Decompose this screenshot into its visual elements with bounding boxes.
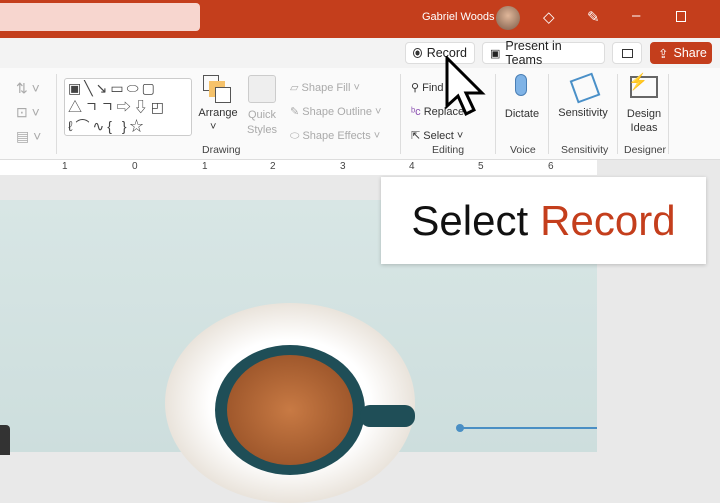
avatar[interactable] — [496, 6, 520, 30]
present-in-teams-button[interactable]: ▣ Present in Teams — [482, 39, 605, 67]
share-label: Share — [673, 46, 707, 60]
line-handle[interactable] — [456, 424, 464, 432]
quick-styles-button[interactable]: Quick Styles — [240, 108, 284, 138]
scroll-handle[interactable] — [0, 425, 10, 455]
quick-styles-icon — [248, 75, 276, 103]
pen-icon[interactable]: ✎ — [587, 8, 600, 26]
comment-icon — [621, 48, 633, 58]
share-button[interactable]: ⇪ Share — [650, 42, 712, 64]
present-label: Present in Teams — [505, 39, 562, 67]
shape-format-options[interactable]: ▱ Shape Fill ˅ ✎ Shape Outline ˅ ⬭ Shape E… — [290, 76, 381, 148]
callout-caption: Select Record — [381, 177, 706, 264]
group-designer: Designer — [624, 144, 667, 156]
comments-button[interactable] — [612, 42, 642, 64]
mouse-cursor-icon — [445, 56, 486, 117]
dictate-button[interactable]: Dictate — [502, 108, 542, 120]
teams-icon: ▣ — [490, 47, 501, 60]
ruler: 10123456 — [0, 160, 597, 175]
maximize-button[interactable] — [676, 11, 686, 22]
design-ideas-icon: ⚡ — [628, 74, 658, 98]
share-icon: ⇪ — [658, 46, 669, 61]
minimize-button[interactable]: – — [632, 7, 640, 24]
user-name: Gabriel Woods — [422, 11, 495, 23]
group-editing: Editing — [432, 144, 465, 156]
line-shape — [459, 427, 597, 429]
shape-effects: Shape Effects — [302, 130, 371, 142]
callout-prefix: Select — [411, 196, 529, 244]
group-drawing: Drawing — [202, 144, 241, 156]
diamond-icon[interactable]: ◇ — [543, 8, 555, 26]
group-sensitivity: Sensitivity — [561, 144, 609, 156]
search-box[interactable] — [0, 3, 200, 31]
shapes-gallery[interactable]: ▣╲↘▭⬭▢ △ㄱㄱ⇨⇩◰ ℓ⌒∿{ }☆ — [64, 78, 192, 136]
arrange-icon — [203, 75, 231, 103]
arrange-button[interactable]: Arrange — [196, 107, 240, 119]
design-ideas-button[interactable]: Design Ideas — [622, 107, 666, 135]
sensitivity-button[interactable]: Sensitivity — [555, 107, 611, 119]
arrange-tools-icons[interactable]: ⇅ ˅ ⊡ ˅ ▤ ˅ — [16, 76, 41, 148]
shape-outline: Shape Outline — [302, 106, 372, 118]
group-voice: Voice — [510, 144, 536, 156]
callout-highlight: Record — [540, 196, 676, 244]
cup-handle — [360, 405, 415, 427]
microphone-icon — [515, 74, 527, 96]
shape-fill: Shape Fill — [301, 82, 351, 94]
record-icon — [413, 48, 422, 58]
find: Find — [422, 82, 444, 94]
select: Select — [423, 130, 454, 142]
coffee-image — [227, 355, 353, 465]
